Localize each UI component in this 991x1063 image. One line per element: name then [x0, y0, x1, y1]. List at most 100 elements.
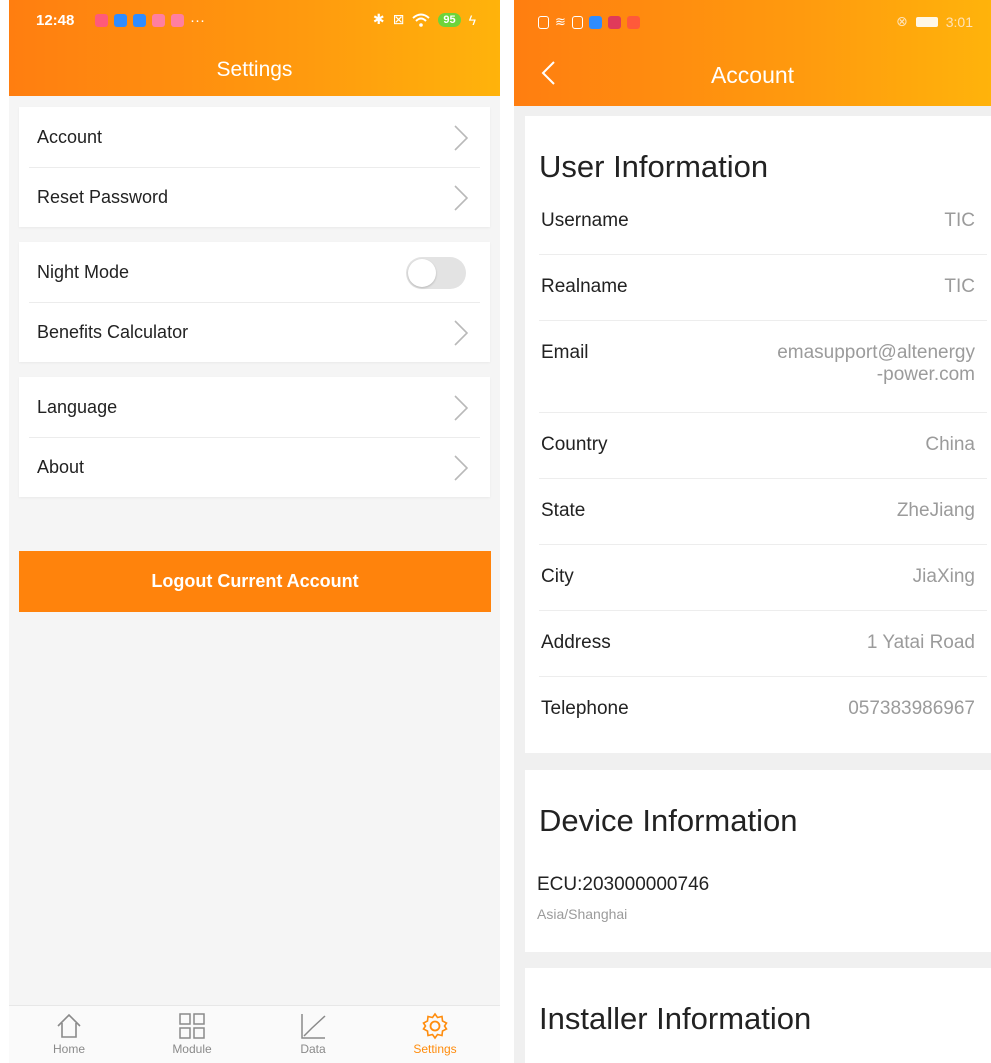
- field-value: TIC: [944, 276, 975, 297]
- field-label: City: [541, 566, 574, 587]
- settings-item-reset-password[interactable]: Reset Password: [19, 167, 490, 227]
- settings-group-account: Account Reset Password: [19, 107, 490, 227]
- notification-icons: ≋: [538, 14, 640, 30]
- wifi-icon: ≋: [555, 14, 566, 29]
- chevron-right-icon: [454, 320, 468, 346]
- app-icon: [133, 14, 146, 27]
- field-label: State: [541, 500, 586, 521]
- status-right: ⊗ 3:01: [896, 13, 973, 30]
- app-icon: [152, 14, 165, 27]
- chart-icon: [301, 1014, 326, 1039]
- logout-button[interactable]: Logout Current Account: [19, 551, 491, 612]
- installer-information-card: Installer Information: [525, 968, 991, 1063]
- realname-row: Realname TIC: [525, 254, 991, 320]
- settings-item-account[interactable]: Account: [19, 107, 490, 167]
- tab-label: Home: [52, 1042, 85, 1056]
- user-information-card: User Information Username TIC Realname T…: [525, 116, 991, 753]
- username-row: Username TIC: [525, 188, 991, 254]
- chevron-right-icon: [454, 455, 468, 481]
- settings-item-label: Night Mode: [37, 261, 130, 282]
- settings-screen: 12:48 ··· ✱ ⊠ 95 ϟ Settings Account Rese…: [9, 0, 500, 1063]
- field-label: Telephone: [541, 698, 629, 719]
- status-bar: 12:48 ··· ✱ ⊠ 95 ϟ: [9, 0, 500, 40]
- ecu-id[interactable]: ECU:203000000746: [525, 834, 991, 896]
- tab-label: Data: [300, 1042, 326, 1056]
- field-value: 1 Yatai Road: [866, 632, 975, 653]
- settings-item-label: About: [37, 456, 85, 477]
- app-icon: [114, 14, 127, 27]
- field-label: Username: [541, 210, 629, 231]
- tab-label: Settings: [413, 1042, 457, 1056]
- night-mode-toggle[interactable]: [406, 257, 466, 289]
- app-icon: [607, 15, 621, 29]
- email-line-1: emasupport@altenergy: [777, 342, 975, 363]
- page-title: Account: [710, 62, 795, 88]
- app-icon: [588, 15, 602, 29]
- tab-settings[interactable]: Settings: [395, 1012, 475, 1056]
- settings-item-night-mode: Night Mode: [19, 242, 490, 302]
- address-row: Address 1 Yatai Road: [525, 610, 991, 676]
- account-screen: ≋ ⊗ 3:01 Account User Information Userna…: [514, 0, 991, 1063]
- field-value: ZheJiang: [896, 500, 975, 521]
- notification-icons: ···: [95, 12, 205, 29]
- field-value: emasupport@altenergy -power.com: [777, 342, 975, 386]
- settings-group-general: Language About: [19, 377, 490, 497]
- state-row: State ZheJiang: [525, 478, 991, 544]
- sim-icon: [571, 15, 583, 29]
- app-icon: [626, 15, 640, 29]
- country-row: Country China: [525, 412, 991, 478]
- field-value: 057383986967: [848, 698, 975, 719]
- status-time: 3:01: [945, 13, 973, 30]
- chevron-right-icon: [454, 185, 468, 211]
- tab-module[interactable]: Module: [152, 1012, 232, 1056]
- mute-icon: ⊗: [896, 13, 908, 29]
- settings-item-label: Language: [37, 396, 118, 417]
- gear-icon: [422, 1012, 448, 1040]
- chevron-right-icon: [454, 395, 468, 421]
- settings-item-language[interactable]: Language: [19, 377, 490, 437]
- toggle-knob: [408, 259, 436, 287]
- status-time: 12:48: [36, 12, 75, 29]
- section-title: Installer Information: [539, 1001, 812, 1036]
- mi-icon: [95, 14, 108, 27]
- charging-icon: ϟ: [468, 11, 476, 28]
- battery-icon: [915, 16, 938, 27]
- sim-icon: ⊠: [392, 11, 405, 27]
- tab-data[interactable]: Data: [273, 1012, 353, 1056]
- battery-level: 95: [438, 12, 461, 27]
- page-title: Settings: [216, 58, 293, 81]
- field-value: China: [925, 434, 975, 455]
- field-value: TIC: [944, 210, 975, 231]
- file-icon: [538, 15, 549, 29]
- section-title: Device Information: [539, 803, 798, 838]
- tab-home[interactable]: Home: [29, 1012, 109, 1056]
- email-line-2: -power.com: [876, 364, 975, 385]
- settings-group-display: Night Mode Benefits Calculator: [19, 242, 490, 362]
- more-notifications: ···: [190, 12, 205, 29]
- city-row: City JiaXing: [525, 544, 991, 610]
- grid-icon: [179, 1013, 205, 1039]
- status-bar: ≋ ⊗ 3:01: [514, 0, 991, 40]
- device-information-card: Device Information ECU:203000000746 Asia…: [525, 770, 991, 952]
- account-header: ≋ ⊗ 3:01 Account: [514, 0, 991, 106]
- field-label: Realname: [541, 276, 628, 297]
- home-icon: [57, 1013, 81, 1038]
- email-row: Email emasupport@altenergy -power.com: [525, 320, 991, 412]
- field-value: JiaXing: [912, 566, 975, 587]
- field-label: Email: [541, 342, 589, 363]
- status-right: ✱ ⊠ 95 ϟ: [373, 11, 476, 28]
- telephone-row: Telephone 057383986967: [525, 676, 991, 742]
- bottom-tab-bar: Home Module Data Settings: [9, 1005, 500, 1063]
- settings-item-label: Reset Password: [37, 186, 169, 207]
- settings-item-benefits-calculator[interactable]: Benefits Calculator: [19, 302, 490, 362]
- bluetooth-icon: ✱: [372, 11, 385, 27]
- settings-item-label: Benefits Calculator: [37, 321, 189, 342]
- section-title: User Information: [539, 149, 769, 184]
- chevron-right-icon: [454, 125, 468, 151]
- settings-header: 12:48 ··· ✱ ⊠ 95 ϟ Settings: [9, 0, 500, 96]
- wifi-icon: [412, 13, 430, 27]
- settings-item-about[interactable]: About: [19, 437, 490, 497]
- app-icon: [171, 14, 184, 27]
- field-label: Country: [541, 434, 608, 455]
- ecu-timezone: Asia/Shanghai: [537, 906, 628, 922]
